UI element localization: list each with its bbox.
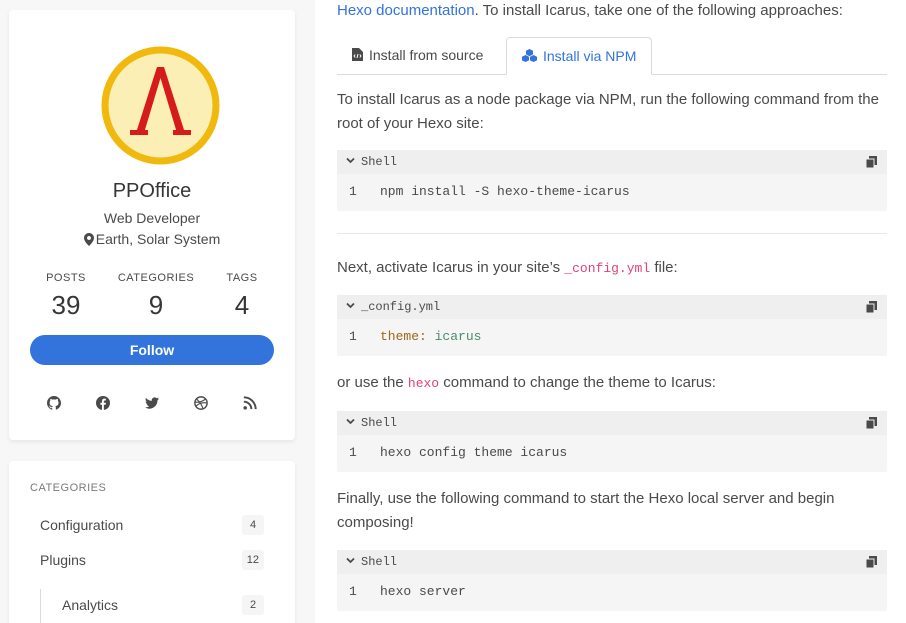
author-title: Web Developer	[103, 210, 201, 226]
code-block-header[interactable]: Shell	[337, 411, 887, 435]
chevron-down-icon[interactable]	[346, 417, 355, 426]
intro-text: . To install Icarus, take one of the fol…	[474, 2, 843, 19]
location-text: Earth, Solar System	[95, 231, 221, 247]
stat-label: POSTS	[46, 272, 86, 284]
stat-tags[interactable]: TAGS 4	[197, 272, 287, 321]
code-block-header[interactable]: Shell	[337, 150, 887, 174]
section-divider	[337, 233, 887, 234]
stat-label: TAGS	[226, 272, 258, 284]
copy-icon[interactable]	[866, 156, 877, 168]
copy-icon[interactable]	[866, 301, 877, 313]
category-count: 4	[242, 515, 264, 535]
code-block-config-yml: _config.yml 1 theme: icarus	[337, 295, 887, 356]
category-count: 12	[241, 550, 264, 570]
intro-paragraph: Hexo documentation. To install Icarus, t…	[337, 0, 887, 23]
category-item-analytics[interactable]: Analytics 2	[62, 594, 264, 616]
tab-install-via-npm[interactable]: Install via NPM	[506, 37, 653, 75]
code-block-header[interactable]: _config.yml	[337, 295, 887, 319]
chevron-down-icon[interactable]	[346, 556, 355, 565]
install-tabs: Install from source Install via NPM	[337, 37, 887, 75]
code-block-body: 1 hexo server	[337, 574, 887, 611]
hexo-text: or use the	[337, 374, 408, 391]
code-language-label: Shell	[361, 555, 398, 569]
activate-text: Next, activate Icarus in your site’s	[337, 259, 565, 276]
stat-posts[interactable]: POSTS 39	[21, 272, 111, 321]
code-language-label: _config.yml	[361, 300, 441, 314]
author-location: Earth, Solar System	[9, 231, 295, 247]
tab-label: Install from source	[369, 47, 484, 63]
categories-card: CATEGORIES Configuration 4 Plugins 12 An…	[9, 461, 295, 623]
facebook-icon[interactable]	[96, 396, 112, 412]
stat-value: 9	[148, 290, 164, 320]
category-name: Configuration	[40, 517, 124, 533]
code-block-hexo-config: Shell 1 hexo config theme icarus	[337, 411, 887, 472]
code-language-label: Shell	[361, 416, 398, 430]
subcategory-divider	[40, 589, 41, 623]
code-block-hexo-server: Shell 1 hexo server	[337, 550, 887, 611]
copy-icon[interactable]	[866, 556, 877, 568]
hexo-command-paragraph: or use the hexo command to change the th…	[337, 371, 887, 396]
code-line: hexo server	[380, 584, 466, 599]
stat-categories[interactable]: CATEGORIES 9	[111, 272, 201, 321]
line-number: 1	[349, 584, 357, 599]
tab-install-from-source[interactable]: Install from source	[337, 37, 498, 75]
stat-label: CATEGORIES	[117, 272, 195, 284]
line-number: 1	[349, 184, 357, 199]
stat-value: 39	[51, 290, 81, 320]
hexo-docs-link[interactable]: Hexo documentation	[337, 2, 475, 19]
activate-paragraph: Next, activate Icarus in your site’s _co…	[337, 256, 887, 281]
dribbble-icon[interactable]	[194, 396, 210, 412]
inline-code-hexo: hexo	[407, 376, 440, 391]
file-code-icon	[352, 48, 363, 61]
follow-button[interactable]: Follow	[30, 335, 274, 365]
code-block-body: 1 npm install -S hexo-theme-icarus	[337, 174, 887, 211]
category-name: Analytics	[62, 597, 119, 613]
profile-card: PPOffice Web Developer Earth, Solar Syst…	[9, 10, 295, 440]
category-item-plugins[interactable]: Plugins 12	[40, 549, 264, 571]
code-line: hexo config theme icarus	[380, 445, 568, 460]
category-item-configuration[interactable]: Configuration 4	[40, 514, 264, 536]
yaml-value: icarus	[434, 329, 482, 344]
line-number: 1	[349, 329, 357, 344]
npm-paragraph: To install Icarus as a node package via …	[337, 91, 879, 132]
code-line: theme: icarus	[380, 329, 481, 344]
yaml-key: theme:	[380, 329, 427, 344]
stat-value: 4	[234, 290, 250, 320]
copy-icon[interactable]	[866, 417, 877, 429]
category-count: 2	[242, 595, 264, 615]
activate-text-end: file:	[650, 259, 678, 276]
code-block-body: 1 theme: icarus	[337, 319, 887, 356]
code-block-npm-install: Shell 1 npm install -S hexo-theme-icarus	[337, 150, 887, 211]
final-paragraph: Finally, use the following command to st…	[337, 490, 835, 531]
inline-code-config: _config.yml	[564, 261, 651, 276]
categories-heading: CATEGORIES	[30, 482, 107, 494]
code-block-body: 1 hexo config theme icarus	[337, 435, 887, 472]
code-language-label: Shell	[361, 155, 398, 169]
code-block-header[interactable]: Shell	[337, 550, 887, 574]
map-marker-icon	[83, 233, 94, 246]
line-number: 1	[349, 445, 357, 460]
author-name: PPOffice	[112, 180, 192, 202]
twitter-icon[interactable]	[145, 396, 161, 412]
category-name: Plugins	[40, 552, 86, 568]
avatar	[101, 46, 220, 165]
cubes-icon	[522, 49, 537, 62]
code-line: npm install -S hexo-theme-icarus	[380, 184, 630, 199]
chevron-down-icon[interactable]	[346, 156, 355, 165]
github-icon[interactable]	[47, 396, 63, 412]
chevron-down-icon[interactable]	[346, 301, 355, 310]
hexo-text-end: command to change the theme to Icarus:	[439, 374, 716, 391]
article-content: Hexo documentation. To install Icarus, t…	[315, 0, 906, 623]
tab-label: Install via NPM	[543, 48, 637, 64]
rss-icon[interactable]	[243, 396, 259, 412]
